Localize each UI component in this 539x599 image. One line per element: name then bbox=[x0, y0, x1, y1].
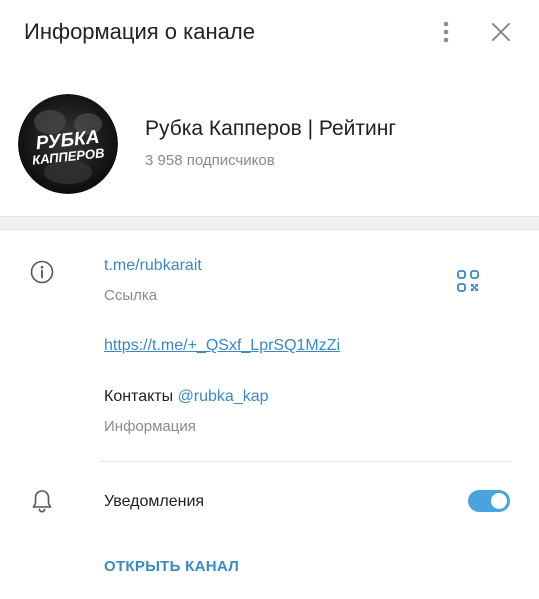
more-options-button[interactable] bbox=[432, 18, 460, 46]
description-caption: Информация bbox=[104, 418, 196, 435]
close-icon bbox=[492, 23, 510, 41]
open-channel-button[interactable]: ОТКРЫТЬ КАНАЛ bbox=[104, 558, 239, 575]
invite-link[interactable]: https://t.me/+_QSxf_LprSQ1MzZi bbox=[104, 337, 340, 355]
bell-icon bbox=[30, 488, 54, 514]
qr-code-icon bbox=[457, 270, 479, 292]
row-divider bbox=[100, 461, 511, 462]
info-icon bbox=[29, 259, 55, 285]
vertical-dots-icon bbox=[443, 21, 449, 43]
notifications-toggle[interactable] bbox=[468, 490, 510, 512]
contacts-handle-link[interactable]: @rubka_kap bbox=[178, 388, 269, 405]
channel-name: Рубка Капперов | Рейтинг bbox=[145, 117, 397, 140]
subscriber-count: 3 958 подписчиков bbox=[145, 152, 275, 169]
notifications-label: Уведомления bbox=[104, 493, 205, 510]
contacts-prefix: Контакты bbox=[104, 388, 178, 405]
qr-code-button[interactable] bbox=[455, 268, 481, 294]
description-contacts: Контакты @rubka_kap bbox=[104, 388, 269, 406]
channel-profile: РУБКА КАППЕРОВ Рубка Капперов | Рейтинг … bbox=[0, 64, 539, 216]
public-link-caption: Ссылка bbox=[104, 287, 158, 304]
panel-header: Информация о канале bbox=[0, 0, 539, 64]
channel-avatar[interactable]: РУБКА КАППЕРОВ bbox=[18, 94, 118, 194]
toggle-knob bbox=[491, 493, 507, 509]
section-divider bbox=[0, 216, 539, 230]
channel-info-panel: Информация о канале РУБКА КАППЕРОВ Рубка… bbox=[0, 0, 539, 599]
panel-title: Информация о канале bbox=[24, 19, 255, 44]
public-link[interactable]: t.me/rubkarait bbox=[104, 257, 202, 275]
close-button[interactable] bbox=[487, 18, 515, 46]
